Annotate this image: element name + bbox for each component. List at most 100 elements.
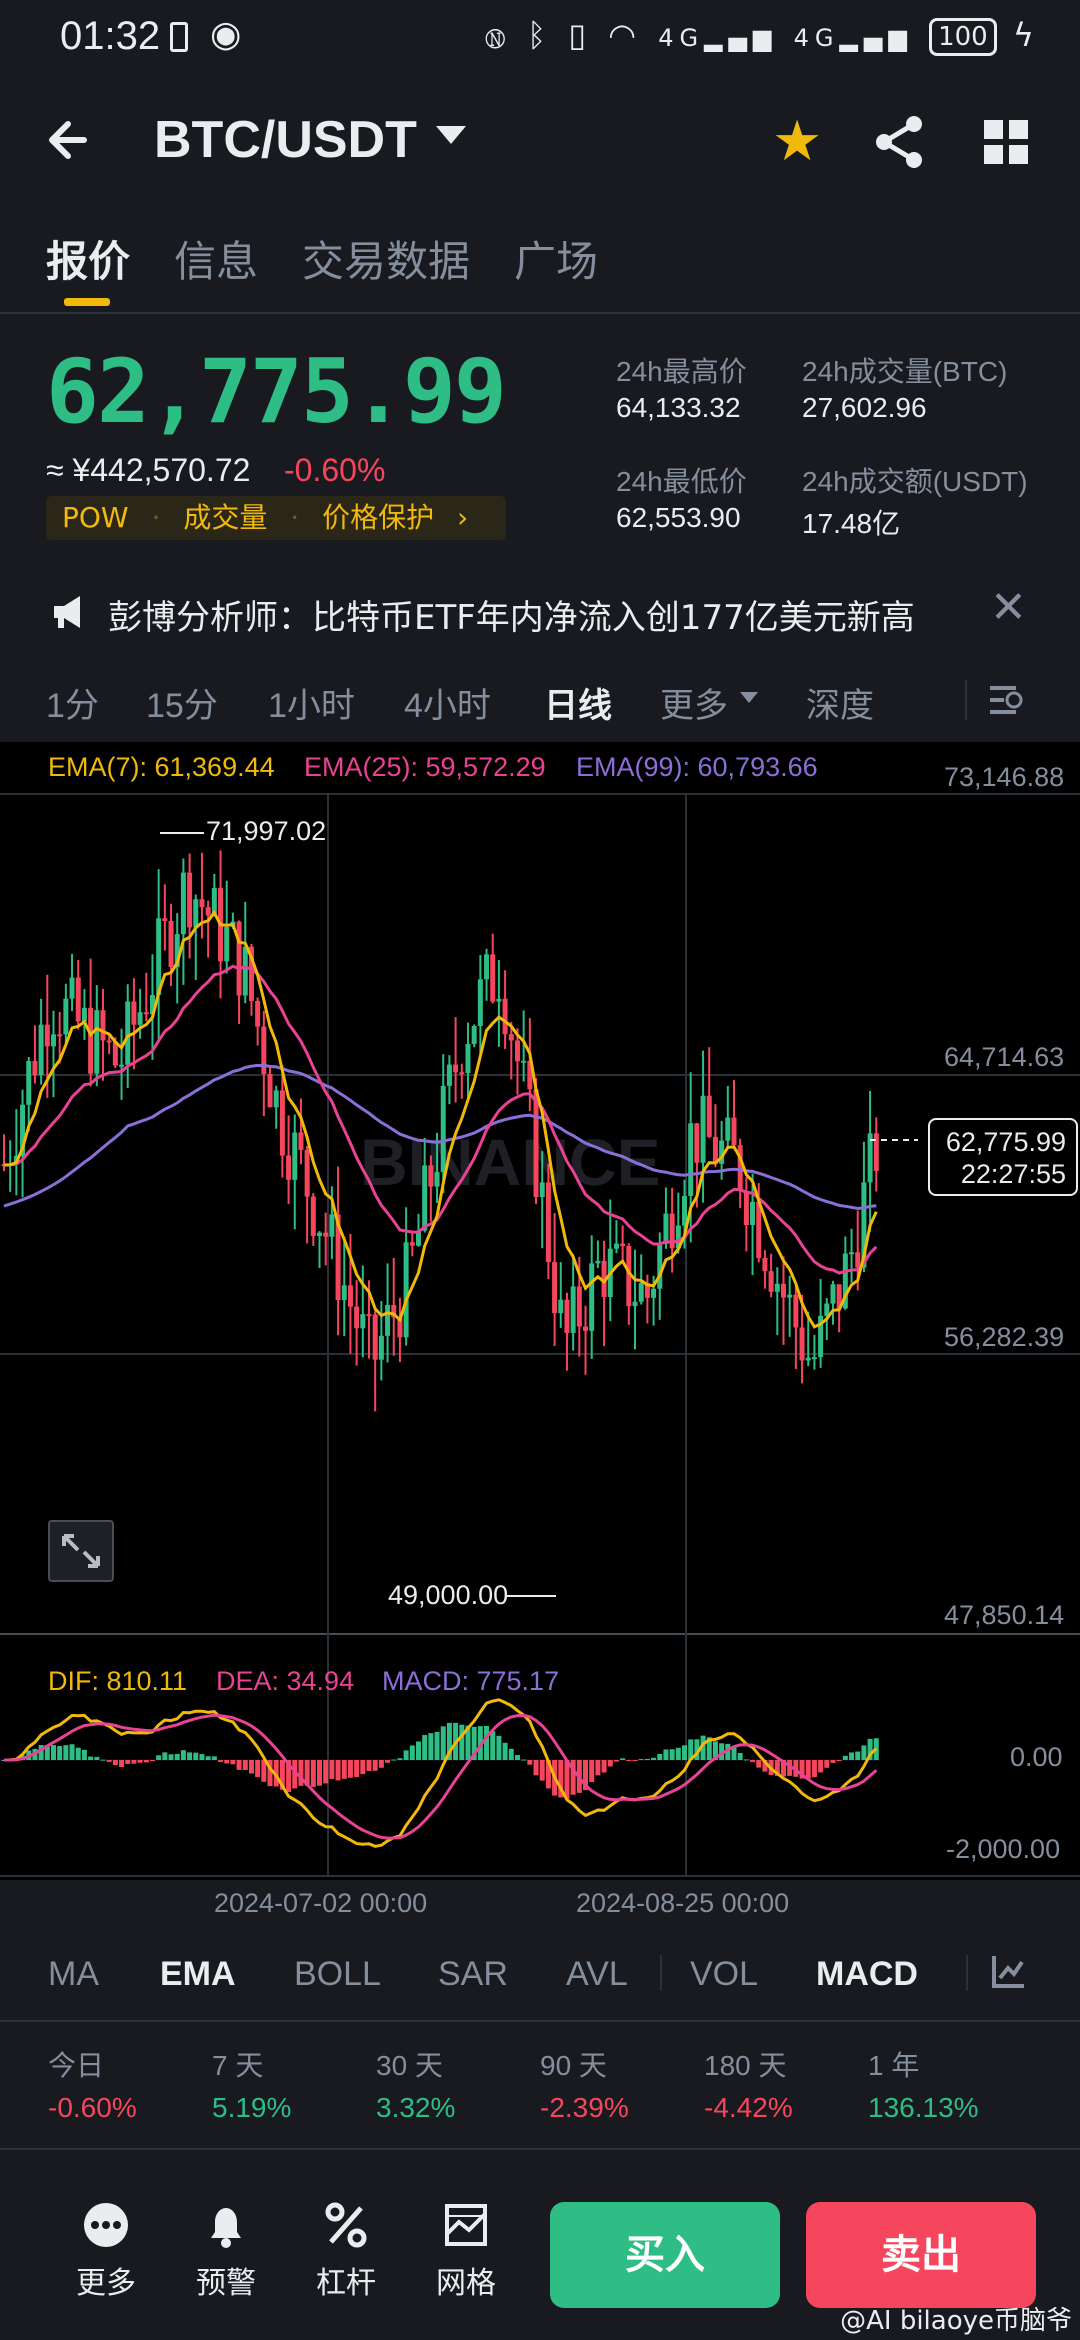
macd-bar	[69, 1744, 75, 1760]
indicator-settings-icon[interactable]	[988, 1952, 1028, 1992]
megaphone-icon	[54, 596, 80, 628]
indicator-ma[interactable]: MA	[48, 1955, 99, 1994]
tag-strip[interactable]: POW · 成交量 · 价格保护 ›	[46, 496, 506, 540]
candle-body	[199, 899, 205, 908]
macd-bar	[354, 1760, 360, 1778]
candle-body	[75, 977, 81, 1022]
candle-body	[570, 1286, 576, 1333]
candle-body	[663, 1213, 669, 1244]
macd-dea-label: DEA: 34.94	[216, 1666, 355, 1696]
price-tag-value: 62,775.99	[945, 1127, 1066, 1157]
expand-button[interactable]	[48, 1520, 114, 1582]
macd-bar	[644, 1758, 650, 1760]
macd-bar	[508, 1748, 514, 1760]
close-icon[interactable]: ✕	[990, 582, 1027, 633]
y-axis-label: 73,146.88	[944, 762, 1065, 792]
perf-label-90d: 90 天	[540, 2050, 607, 2081]
candle-body	[180, 872, 186, 935]
candle-body	[774, 1283, 780, 1292]
candle-body	[193, 899, 199, 928]
indicator-sar[interactable]: SAR	[438, 1955, 508, 1994]
interval-1m[interactable]: 1分	[46, 678, 99, 727]
divider	[660, 1955, 662, 1991]
interval-4h[interactable]: 4小时	[404, 678, 491, 727]
indicator-ema[interactable]: EMA	[160, 1955, 236, 1994]
announcement-text[interactable]: 彭博分析师：比特币ETF年内净流入创177亿美元新高	[108, 590, 915, 639]
macd-bar	[651, 1757, 657, 1760]
perf-value-180d: -4.42%	[704, 2092, 793, 2123]
tab-trading-data[interactable]: 交易数据	[302, 228, 470, 289]
grid-trading-button[interactable]: 网格	[416, 2200, 516, 2302]
perf-label-7d: 7 天	[212, 2050, 264, 2081]
macd-bar	[317, 1760, 323, 1786]
macd-bar	[341, 1760, 347, 1779]
y-axis-label: 56,282.39	[944, 1322, 1065, 1352]
buy-button[interactable]: 买入	[550, 2202, 780, 2308]
perf-value-90d: -2.39%	[540, 2092, 629, 2123]
tag-pow[interactable]: POW	[62, 501, 129, 534]
leverage-button[interactable]: 杠杆	[296, 2200, 396, 2302]
macd-bar	[459, 1724, 465, 1760]
interval-1h[interactable]: 1小时	[268, 678, 355, 727]
candle-body	[595, 1260, 601, 1264]
macd-bar	[174, 1753, 180, 1760]
dropdown-icon[interactable]	[436, 126, 466, 144]
interval-more[interactable]: 更多	[660, 678, 728, 727]
candle-body	[706, 1095, 712, 1137]
interval-1d[interactable]: 日线	[544, 678, 612, 727]
star-icon[interactable]: ★	[772, 112, 822, 172]
candle-body	[521, 1060, 527, 1063]
back-icon[interactable]	[44, 110, 104, 170]
interval-15m[interactable]: 15分	[146, 678, 218, 727]
candle-body	[446, 1064, 452, 1086]
candle-body	[69, 977, 75, 999]
perf-value-1y: 136.13%	[868, 2092, 979, 2123]
macd-bar	[620, 1758, 626, 1760]
indicator-avl[interactable]: AVL	[566, 1955, 628, 1994]
sell-button[interactable]: 卖出	[806, 2202, 1036, 2308]
alert-button[interactable]: 预警	[176, 2200, 276, 2302]
fiat-price: ≈ ¥442,570.72	[46, 452, 251, 488]
leverage-icon	[325, 2202, 367, 2248]
macd-bar	[842, 1755, 848, 1760]
chart-settings-icon[interactable]	[986, 680, 1026, 720]
macd-bar	[137, 1760, 143, 1763]
candle-body	[354, 1306, 360, 1329]
share-icon[interactable]	[870, 112, 930, 172]
macd-bar	[830, 1760, 836, 1763]
indicator-macd[interactable]: MACD	[816, 1955, 918, 1994]
vol-usdt-label: 24h成交额(USDT)	[802, 466, 1028, 497]
macd-bar	[143, 1760, 149, 1763]
tag-price-protection[interactable]: 价格保护	[322, 501, 434, 534]
pair-title[interactable]: BTC/USDT	[154, 110, 417, 170]
candle-body	[762, 1257, 768, 1272]
candlestick-chart[interactable]: BINANCE	[0, 742, 1080, 1880]
candle-body	[279, 1090, 285, 1156]
y-axis-label: 64,714.63	[944, 1042, 1065, 1072]
candle-body	[688, 1123, 694, 1196]
tab-info[interactable]: 信息	[174, 228, 258, 289]
perf-value-30d: 3.32%	[376, 2092, 456, 2123]
macd-bar	[626, 1760, 632, 1761]
macd-bar	[632, 1760, 638, 1761]
candle-body	[94, 1010, 100, 1074]
perf-value-today: -0.60%	[48, 2092, 137, 2123]
macd-axis-label: 0.00	[1010, 1742, 1063, 1772]
macd-bar	[496, 1735, 502, 1760]
candle-body	[830, 1284, 836, 1304]
candle-body	[26, 1061, 32, 1105]
indicator-vol[interactable]: VOL	[690, 1955, 758, 1994]
more-button[interactable]: 更多	[56, 2200, 156, 2302]
grid-icon[interactable]	[982, 118, 1030, 166]
candle-body	[57, 1034, 63, 1037]
grid-trading-label: 网格	[436, 2266, 496, 2301]
macd-bar	[199, 1754, 205, 1760]
tab-square[interactable]: 广场	[514, 228, 598, 289]
candle-body	[459, 1072, 465, 1075]
macd-bar	[391, 1759, 397, 1761]
indicator-boll[interactable]: BOLL	[294, 1955, 381, 1994]
interval-depth[interactable]: 深度	[806, 678, 874, 727]
macd-bar	[149, 1760, 155, 1762]
tag-volume[interactable]: 成交量	[183, 501, 267, 534]
tab-quote[interactable]: 报价	[46, 228, 130, 289]
